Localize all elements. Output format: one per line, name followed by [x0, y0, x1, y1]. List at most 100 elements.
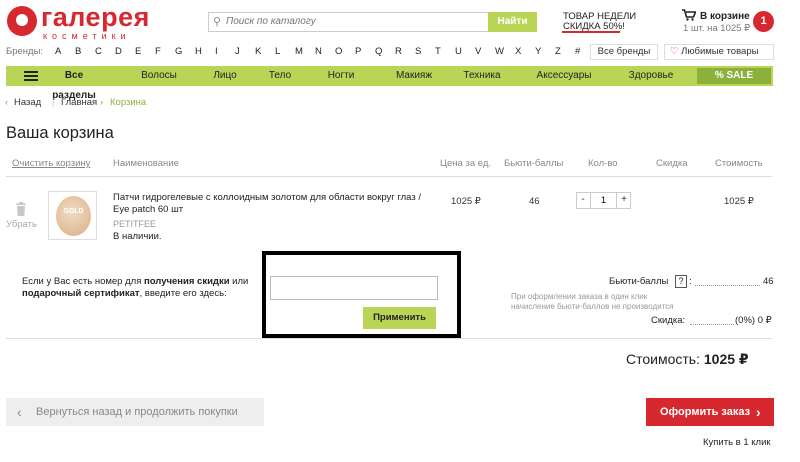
- qty-input[interactable]: [591, 192, 616, 209]
- discount-label: Скидка:: [651, 315, 686, 326]
- favorites-button[interactable]: ♡ Любимые товары: [664, 44, 774, 60]
- promo-underline: [562, 31, 620, 33]
- buy-one-click-link[interactable]: Купить в 1 клик: [703, 437, 771, 448]
- brand-letter-link[interactable]: #: [575, 46, 580, 57]
- table-divider: [6, 176, 772, 177]
- col-cost: Стоимость: [715, 158, 763, 169]
- logo-subtitle: косметики: [43, 31, 131, 41]
- search-icon: ⚲: [213, 16, 222, 28]
- brand-letter-link[interactable]: T: [435, 46, 441, 57]
- help-icon[interactable]: ?: [675, 275, 687, 288]
- breadcrumb-back[interactable]: Назад: [14, 97, 41, 108]
- product-stock-status: В наличии.: [113, 231, 162, 242]
- coupon-text-or: или: [229, 276, 249, 287]
- chevron-left-icon[interactable]: ‹: [5, 97, 8, 108]
- product-image: GOLD: [56, 196, 91, 236]
- brand-letter-link[interactable]: Z: [555, 46, 561, 57]
- brand-letter-link[interactable]: H: [195, 46, 202, 57]
- col-discount: Скидка: [656, 158, 688, 169]
- menu-item-health[interactable]: Здоровье: [622, 66, 680, 86]
- qty-increase-button[interactable]: +: [616, 192, 631, 209]
- beauty-points-leader: [695, 285, 760, 286]
- menu-item-all[interactable]: Все разделы: [43, 66, 105, 101]
- product-brand: PETITFEE: [113, 219, 157, 229]
- item-price: 1025 ₽: [451, 196, 481, 207]
- cart-title[interactable]: В корзине: [700, 11, 750, 22]
- coupon-code-input[interactable]: [270, 276, 438, 300]
- item-cost: 1025 ₽: [724, 196, 754, 207]
- logo[interactable]: галерея косметики: [7, 2, 179, 41]
- all-brands-button[interactable]: Все бренды: [590, 44, 658, 60]
- chevron-right-icon: ›: [756, 404, 761, 420]
- coupon-text-discount: получения скидки: [143, 276, 230, 287]
- discount-total: (0%) 0 ₽: [735, 315, 772, 326]
- promo-link[interactable]: ТОВАР НЕДЕЛИ СКИДКА 50%!: [563, 12, 636, 32]
- menu-item-accessories[interactable]: Аксессуары: [531, 66, 597, 86]
- favorites-label: Любимые товары: [681, 46, 759, 57]
- breadcrumb-current: Корзина: [110, 97, 147, 108]
- menu-item-face[interactable]: Лицо: [197, 66, 253, 86]
- brand-letter-link[interactable]: Q: [375, 46, 382, 57]
- brand-letter-link[interactable]: P: [355, 46, 361, 57]
- brand-letter-link[interactable]: B: [75, 46, 81, 57]
- page-title: Ваша корзина: [6, 124, 114, 142]
- menu-burger-icon[interactable]: [24, 71, 38, 81]
- brand-letter-link[interactable]: R: [395, 46, 402, 57]
- apply-coupon-button[interactable]: Применить: [363, 307, 436, 329]
- brand-letter-link[interactable]: W: [495, 46, 504, 57]
- search-button[interactable]: Найти: [488, 12, 537, 32]
- menu-item-makeup[interactable]: Макияж: [386, 66, 442, 86]
- col-price: Цена за ед.: [440, 158, 492, 169]
- menu-item-body[interactable]: Тело: [257, 66, 303, 86]
- breadcrumb-separator: |: [52, 97, 55, 108]
- product-thumbnail[interactable]: GOLD: [48, 191, 97, 240]
- checkout-button[interactable]: Оформить заказ: [646, 398, 774, 426]
- brand-letter-link[interactable]: A: [55, 46, 61, 57]
- menu-item-nails[interactable]: Ногти: [318, 66, 364, 86]
- trash-icon[interactable]: [15, 202, 27, 216]
- brand-letter-link[interactable]: C: [95, 46, 102, 57]
- totals-divider: [6, 338, 772, 339]
- chevron-left-icon: ‹: [17, 404, 22, 420]
- brand-letter-link[interactable]: U: [455, 46, 462, 57]
- coupon-text-end: , введите его здесь:: [139, 288, 227, 299]
- brand-letter-link[interactable]: J: [235, 46, 240, 57]
- beauty-points-total: 46: [763, 276, 774, 287]
- qty-decrease-button[interactable]: -: [576, 192, 591, 209]
- col-qty: Кол-во: [588, 158, 618, 169]
- brand-letter-link[interactable]: I: [215, 46, 218, 57]
- order-total-label: Стоимость:: [626, 351, 700, 367]
- brand-letter-link[interactable]: S: [415, 46, 421, 57]
- coupon-text-1: Если у Вас есть номер для: [22, 276, 144, 287]
- product-image-label: GOLD: [63, 208, 84, 215]
- brand-letter-link[interactable]: E: [135, 46, 141, 57]
- breadcrumb-home[interactable]: Главная: [61, 97, 97, 108]
- search-input[interactable]: [226, 13, 484, 30]
- brand-letter-link[interactable]: V: [475, 46, 481, 57]
- heart-icon: ♡: [670, 46, 679, 57]
- brand-letter-link[interactable]: L: [275, 46, 280, 57]
- brand-letter-link[interactable]: X: [515, 46, 521, 57]
- brand-letter-link[interactable]: K: [255, 46, 261, 57]
- cart-icon[interactable]: [682, 9, 697, 24]
- brand-letter-link[interactable]: F: [155, 46, 161, 57]
- brand-letter-link[interactable]: O: [335, 46, 342, 57]
- brands-label: Бренды:: [6, 46, 44, 57]
- menu-item-sale[interactable]: % SALE: [697, 68, 771, 84]
- order-total-value: 1025 ₽: [703, 351, 749, 367]
- brand-letter-link[interactable]: G: [175, 46, 182, 57]
- breadcrumb-separator-icon: ›: [100, 97, 104, 108]
- cart-count-badge[interactable]: 1: [753, 11, 774, 32]
- brand-letter-link[interactable]: N: [315, 46, 322, 57]
- menu-item-hair[interactable]: Волосы: [129, 66, 189, 86]
- remove-item-button[interactable]: Убрать: [6, 219, 37, 230]
- brand-letter-link[interactable]: Y: [535, 46, 541, 57]
- brand-letter-link[interactable]: M: [295, 46, 303, 57]
- brand-letter-link[interactable]: D: [115, 46, 122, 57]
- coupon-instructions: Если у Вас есть номер для получения скид…: [22, 276, 267, 300]
- menu-item-tech[interactable]: Техника: [454, 66, 510, 86]
- continue-shopping-button[interactable]: Вернуться назад и продолжить покупки: [6, 398, 264, 426]
- cart-summary: 1 шт. на 1025 ₽: [683, 23, 751, 34]
- clear-cart-link[interactable]: Очистить корзину: [12, 158, 90, 169]
- product-name-link[interactable]: Патчи гидрогелевые с коллоидным золотом …: [113, 192, 423, 216]
